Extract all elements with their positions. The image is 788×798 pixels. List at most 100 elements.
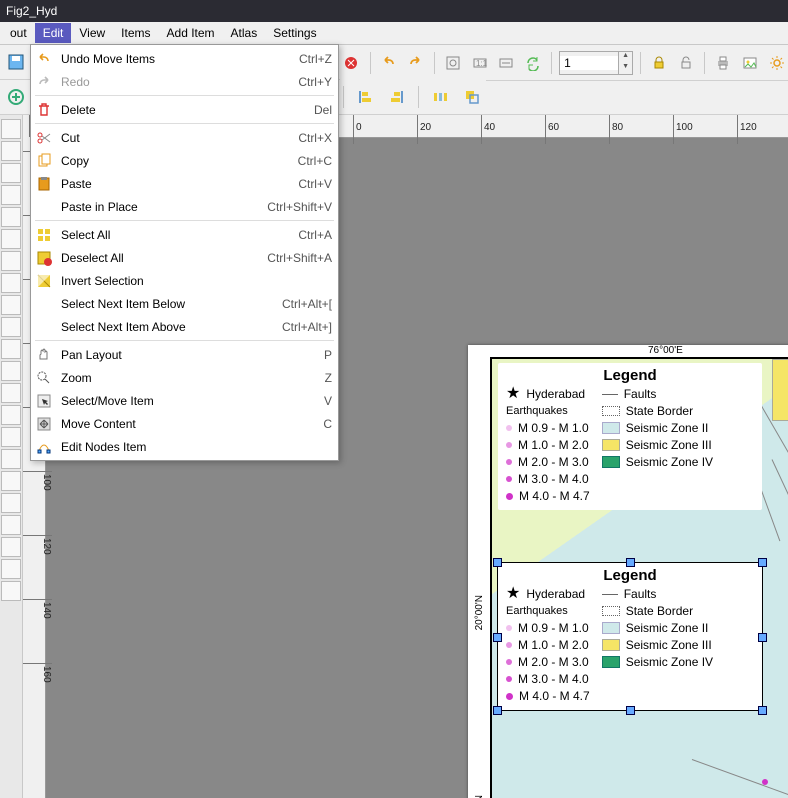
dock-btn[interactable] — [1, 537, 21, 557]
menu-view[interactable]: View — [71, 23, 113, 43]
layout-page[interactable]: 76°00'E 20°00'N 16°00'N — [468, 345, 788, 798]
zoom-width-icon[interactable] — [495, 49, 518, 77]
dock-btn[interactable] — [1, 493, 21, 513]
left-tool-dock-1 — [0, 115, 23, 798]
menu-add-item[interactable]: Add Item — [159, 23, 223, 43]
invert-icon — [35, 272, 53, 290]
cursor-icon — [35, 392, 53, 410]
legend-city: Hyderabad — [526, 387, 585, 401]
menu-invert-selection[interactable]: Invert Selection — [31, 269, 338, 292]
menubar: out Edit View Items Add Item Atlas Setti… — [0, 22, 788, 45]
zoom-extents-icon[interactable] — [442, 49, 465, 77]
align-left-icon[interactable] — [351, 83, 379, 111]
page-spinner[interactable]: ▲▼ — [559, 51, 633, 75]
dock-btn[interactable] — [1, 185, 21, 205]
dock-btn[interactable] — [1, 361, 21, 381]
dock-btn[interactable] — [1, 295, 21, 315]
page-input[interactable] — [560, 56, 618, 70]
align-right-icon[interactable] — [383, 83, 411, 111]
dock-btn[interactable] — [1, 339, 21, 359]
menu-next-above[interactable]: Select Next Item AboveCtrl+Alt+] — [31, 315, 338, 338]
ruler-tick: 160 — [23, 663, 52, 683]
dock-btn[interactable] — [1, 559, 21, 579]
add-icon[interactable] — [2, 83, 30, 111]
menu-select-move[interactable]: Select/Move ItemV — [31, 389, 338, 412]
menu-select-all[interactable]: Select AllCtrl+A — [31, 223, 338, 246]
hand-icon — [35, 346, 53, 364]
legend-sz2: Seismic Zone II — [626, 621, 709, 635]
dock-btn[interactable] — [1, 317, 21, 337]
menu-items[interactable]: Items — [113, 23, 158, 43]
menu-atlas[interactable]: Atlas — [223, 23, 266, 43]
refresh-icon[interactable] — [522, 49, 545, 77]
export-image-icon[interactable] — [739, 49, 762, 77]
menu-undo[interactable]: Undo Move ItemsCtrl+Z — [31, 47, 338, 70]
dock-btn[interactable] — [1, 427, 21, 447]
menu-paste[interactable]: PasteCtrl+V — [31, 172, 338, 195]
move-content-icon — [35, 415, 53, 433]
edit-menu-dropdown: Undo Move ItemsCtrl+Z RedoCtrl+Y DeleteD… — [30, 44, 339, 461]
zoom-icon — [35, 369, 53, 387]
resize-icon[interactable] — [458, 83, 486, 111]
ruler-tick: 20 — [417, 115, 431, 144]
legend-border: State Border — [626, 404, 693, 418]
ruler-tick: 0 — [353, 115, 362, 144]
ruler-tick: 140 — [23, 599, 52, 619]
menu-settings[interactable]: Settings — [265, 23, 324, 43]
menu-deselect-all[interactable]: Deselect AllCtrl+Shift+A — [31, 246, 338, 269]
menu-pan-layout[interactable]: Pan LayoutP — [31, 343, 338, 366]
menu-layout[interactable]: out — [2, 23, 35, 43]
dock-btn[interactable] — [1, 229, 21, 249]
dock-btn[interactable] — [1, 163, 21, 183]
legend-eq: M 1.0 - M 2.0 — [518, 438, 589, 452]
distribute-h-icon[interactable] — [426, 83, 454, 111]
redo-arrow-icon[interactable] — [404, 49, 427, 77]
dock-btn[interactable] — [1, 405, 21, 425]
dock-btn[interactable] — [1, 471, 21, 491]
dock-btn[interactable] — [1, 581, 21, 601]
legend-city: Hyderabad — [526, 587, 585, 601]
menu-copy[interactable]: CopyCtrl+C — [31, 149, 338, 172]
scissors-icon — [35, 129, 53, 147]
legend-sz3: Seismic Zone III — [626, 438, 712, 452]
dock-btn[interactable] — [1, 273, 21, 293]
dock-btn[interactable] — [1, 207, 21, 227]
legend-item-selected[interactable]: Legend ★Hyderabad Earthquakes M 0.9 - M … — [498, 563, 762, 710]
dock-btn[interactable] — [1, 383, 21, 403]
unlock-icon[interactable] — [675, 49, 698, 77]
ruler-tick: 120 — [737, 115, 757, 144]
trash-icon — [35, 101, 53, 119]
dock-btn[interactable] — [1, 515, 21, 535]
ruler-tick: 120 — [23, 535, 52, 555]
menu-move-content[interactable]: Move ContentC — [31, 412, 338, 435]
menu-next-below[interactable]: Select Next Item BelowCtrl+Alt+[ — [31, 292, 338, 315]
menu-zoom[interactable]: ZoomZ — [31, 366, 338, 389]
menu-edit-nodes[interactable]: Edit Nodes Item — [31, 435, 338, 458]
legend-sz4: Seismic Zone IV — [626, 655, 713, 669]
dock-btn[interactable] — [1, 251, 21, 271]
dock-btn[interactable] — [1, 449, 21, 469]
settings-gear-icon[interactable] — [765, 49, 788, 77]
undo-arrow-icon[interactable] — [377, 49, 400, 77]
dock-btn[interactable] — [1, 141, 21, 161]
legend-item[interactable]: Legend ★Hyderabad Earthquakes M 0.9 - M … — [498, 363, 762, 510]
ruler-tick: 60 — [545, 115, 559, 144]
legend-eq: M 2.0 - M 3.0 — [518, 655, 589, 669]
print-icon[interactable] — [712, 49, 735, 77]
menu-edit[interactable]: Edit — [35, 23, 72, 43]
lock-icon[interactable] — [648, 49, 671, 77]
menu-cut[interactable]: CutCtrl+X — [31, 126, 338, 149]
ruler-tick: 100 — [673, 115, 693, 144]
save-icon[interactable] — [2, 48, 30, 76]
zoom-actual-icon[interactable]: 1:1 — [468, 49, 491, 77]
ruler-tick: 100 — [23, 471, 52, 491]
spin-up[interactable]: ▲ — [618, 52, 632, 63]
close-icon[interactable] — [340, 49, 363, 77]
menu-redo[interactable]: RedoCtrl+Y — [31, 70, 338, 93]
menu-paste-in-place[interactable]: Paste in PlaceCtrl+Shift+V — [31, 195, 338, 218]
spin-down[interactable]: ▼ — [618, 63, 632, 74]
dock-btn[interactable] — [1, 119, 21, 139]
copy-icon — [35, 152, 53, 170]
menu-delete[interactable]: DeleteDel — [31, 98, 338, 121]
undo-icon — [35, 50, 53, 68]
